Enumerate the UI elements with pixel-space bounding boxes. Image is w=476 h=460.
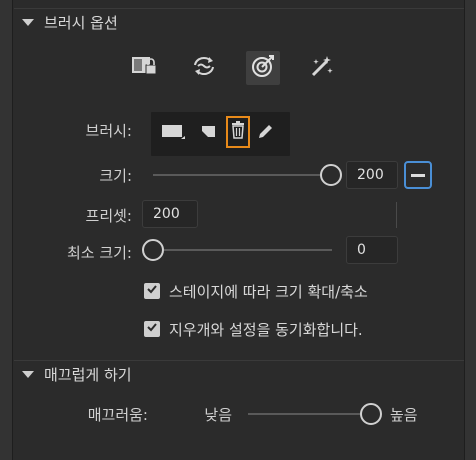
brush-options-header[interactable]: 브러시 옵션 — [14, 8, 464, 36]
pencil-button[interactable] — [252, 112, 278, 156]
stamp-button[interactable] — [195, 112, 223, 156]
magic-wand-icon — [309, 53, 335, 83]
sync-mode-button[interactable] — [187, 51, 221, 85]
checkmark-icon — [146, 321, 158, 337]
sync-icon — [190, 54, 218, 82]
smoothing-slider-thumb[interactable] — [360, 403, 382, 425]
sync-eraser-checkbox[interactable] — [144, 321, 160, 337]
smoothing-high-label: 높음 — [390, 406, 418, 424]
preset-label: 프리셋: — [85, 207, 132, 225]
collapse-triangle-icon[interactable] — [22, 371, 34, 378]
size-input[interactable]: 200 — [346, 161, 398, 189]
brush-preset-button[interactable] — [155, 112, 191, 156]
preset-divider — [396, 202, 397, 228]
collapse-triangle-icon[interactable] — [22, 19, 34, 26]
size-label: 크기: — [99, 167, 132, 185]
locked-layer-mode-button[interactable] — [128, 51, 162, 85]
pencil-icon — [256, 123, 274, 145]
left-frame — [0, 0, 13, 460]
brush-toolbar — [151, 112, 290, 156]
stamp-icon — [199, 122, 219, 146]
trash-icon — [230, 120, 246, 144]
smoothing-header[interactable]: 매끄럽게 하기 — [14, 360, 464, 388]
brush-label: 브러시: — [85, 122, 132, 140]
min-size-input[interactable]: 0 — [346, 236, 398, 264]
minus-icon — [411, 173, 425, 177]
sync-eraser-label: 지우개와 설정을 동기화합니다. — [169, 321, 363, 339]
target-icon — [250, 53, 276, 83]
preset-input[interactable]: 200 — [142, 200, 198, 228]
brush-options-title: 브러시 옵션 — [44, 14, 118, 32]
smoothing-slider-track[interactable] — [248, 413, 360, 415]
scale-with-stage-label: 스테이지에 따라 크기 확대/축소 — [169, 283, 368, 301]
checkmark-icon — [146, 283, 158, 299]
brush-preset-icon — [159, 121, 187, 147]
smoothing-low-label: 낮음 — [204, 406, 232, 424]
size-slider-track[interactable] — [153, 174, 331, 176]
scale-with-stage-checkbox[interactable] — [144, 283, 160, 299]
delete-brush-button[interactable] — [226, 116, 250, 148]
target-mode-button[interactable] — [246, 51, 280, 85]
min-size-slider-track[interactable] — [164, 249, 332, 251]
size-slider-thumb[interactable] — [320, 164, 342, 186]
smoothing-title: 매끄럽게 하기 — [44, 366, 132, 384]
top-edge — [13, 0, 464, 8]
remove-size-button[interactable] — [404, 161, 432, 189]
layer-lock-icon — [130, 54, 160, 82]
min-size-label: 최소 크기: — [66, 244, 132, 262]
min-size-slider-thumb[interactable] — [142, 239, 164, 261]
right-frame — [464, 0, 476, 460]
magic-mode-button[interactable] — [305, 51, 339, 85]
smoothing-label: 매끄러움: — [87, 406, 148, 424]
